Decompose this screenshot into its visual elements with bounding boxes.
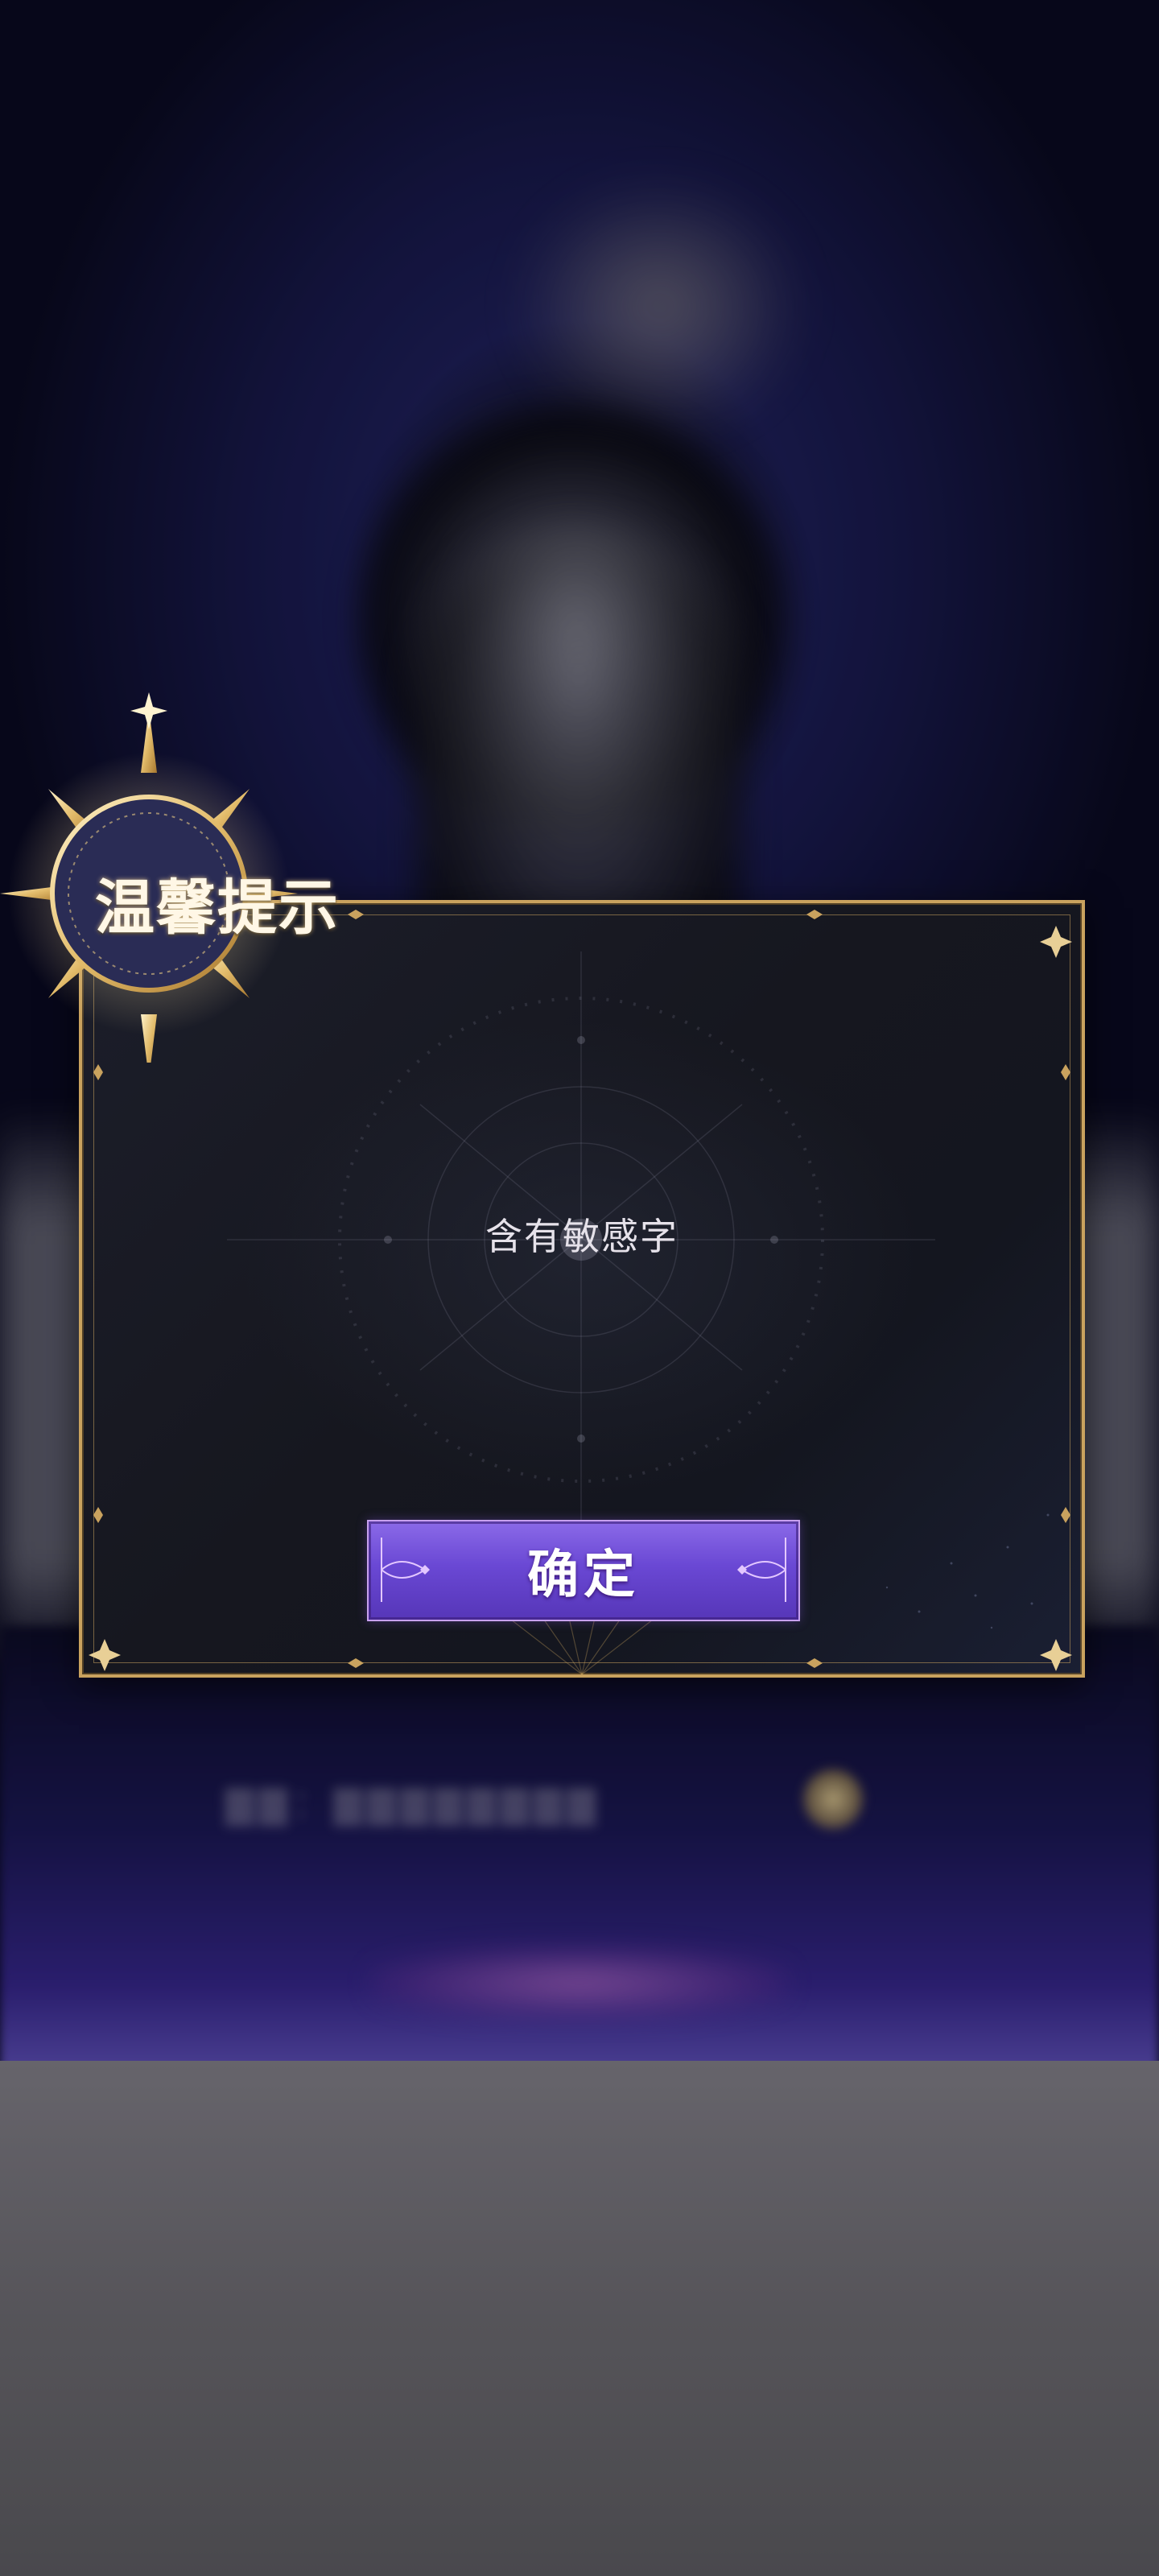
confirm-button-label: 确定 xyxy=(527,1545,640,1605)
button-ornament-icon xyxy=(737,1538,786,1602)
confirm-button[interactable]: 确定 xyxy=(367,1520,800,1621)
dialog-title: 温馨提示 xyxy=(95,873,340,943)
game-screen: ▇▇：▇▇▇▇▇▇▇▇ 含有敏感字 确定 温馨提示 xyxy=(0,0,1159,2576)
dialog-message: 含有敏感字 xyxy=(485,1215,678,1258)
button-ornament-icon xyxy=(381,1538,430,1602)
